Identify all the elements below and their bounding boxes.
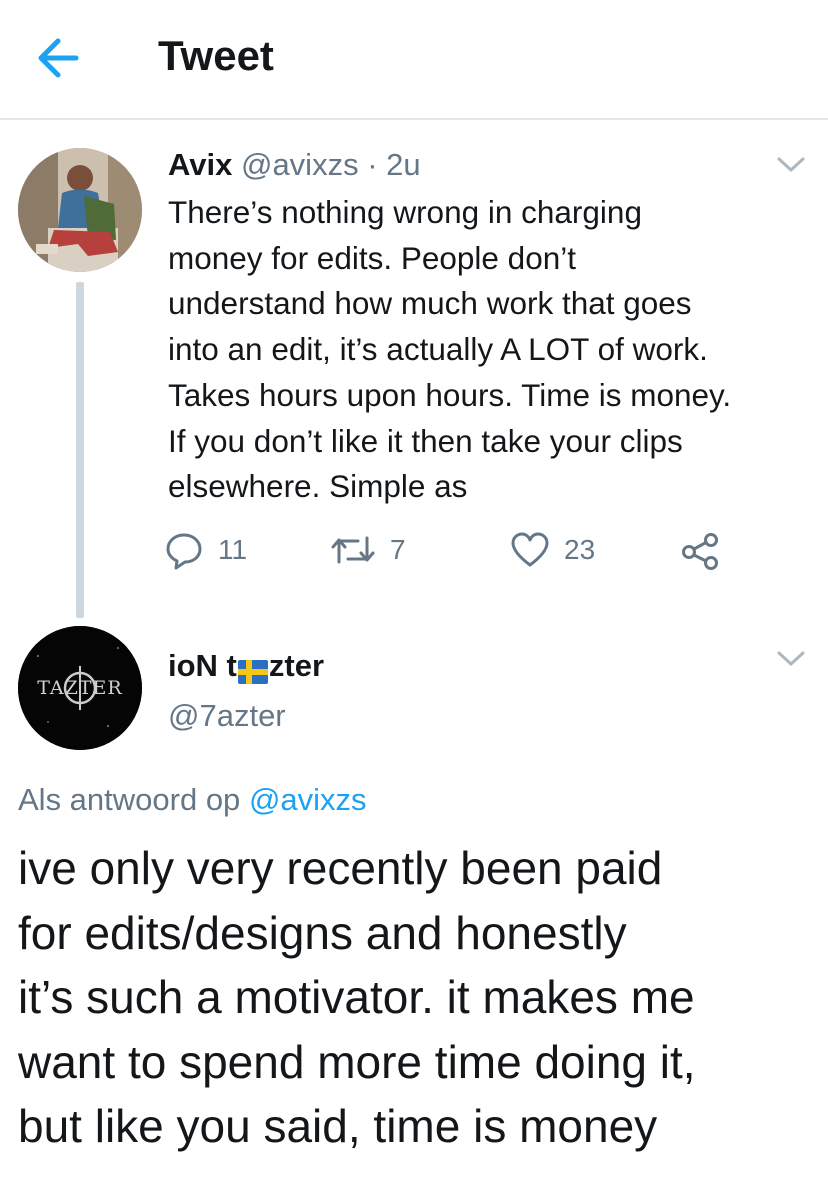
tweet-text-line: Takes hours upon hours. Time is money.	[168, 376, 732, 413]
retweet-count: 7	[390, 534, 406, 565]
chevron-down-icon	[777, 651, 805, 666]
retweet-icon	[331, 536, 375, 564]
tweet-text-line: but like you said, time is money	[18, 1100, 658, 1152]
author-name[interactable]: Avix	[168, 147, 232, 182]
like-button[interactable]: 23	[510, 528, 595, 572]
heart-icon	[511, 532, 549, 567]
author-name[interactable]: ioN t zter	[168, 646, 324, 686]
timestamp[interactable]: 2u	[386, 147, 420, 182]
back-button[interactable]	[30, 30, 86, 86]
author-name-suffix: zter	[268, 648, 325, 683]
avatar-logo-text: TAZTER	[37, 677, 122, 699]
tweet-text-line: ive only very recently been paid	[18, 842, 663, 894]
author-handle[interactable]: @7azter	[168, 696, 286, 736]
tweet-text: There’s nothing wrong in charging money …	[168, 190, 808, 510]
user-photo-icon	[18, 148, 142, 272]
retweet-button[interactable]: 7	[330, 528, 406, 572]
reply-context: Als antwoord op @avixzs	[18, 780, 367, 820]
tweet-actions: 11 7 23	[164, 528, 764, 572]
author-handle[interactable]: @avixzs	[241, 147, 359, 182]
share-button[interactable]	[680, 528, 720, 572]
avatar[interactable]: TAZTER	[18, 626, 142, 750]
reply-icon	[166, 533, 202, 570]
tazter-logo: TAZTER	[18, 626, 142, 750]
tweet-text-line: There’s nothing wrong in charging	[168, 194, 642, 230]
author-name-prefix: ioN t	[168, 648, 237, 683]
tweet-text-line: money for edits. People don’t	[168, 239, 576, 276]
top-bar: Tweet	[0, 0, 828, 120]
tweet-menu-button[interactable]	[776, 650, 806, 668]
tweet-text-line: If you don’t like it then take your clip…	[168, 422, 683, 459]
tweet-menu-button[interactable]	[776, 156, 806, 174]
page-title: Tweet	[158, 32, 274, 79]
tweet-text-line: elsewhere. Simple as	[168, 468, 468, 505]
tweet-text-line: for edits/designs and honestly	[18, 906, 627, 959]
reply-button[interactable]: 11	[164, 528, 247, 572]
tweet-text-line: understand how much work that goes	[168, 285, 692, 322]
tweet-header: Avix @avixzs · 2u	[168, 146, 421, 184]
sweden-flag-icon	[237, 654, 268, 684]
avatar[interactable]	[18, 148, 142, 272]
reply-count: 11	[218, 534, 248, 565]
arrow-left-icon	[38, 38, 79, 78]
like-count: 23	[564, 534, 596, 565]
separator: ·	[367, 147, 378, 182]
chevron-down-icon	[777, 157, 805, 172]
share-icon	[682, 533, 718, 570]
tweet-text: ive only very recently been paid for edi…	[18, 836, 818, 1159]
tweet-text-line: it’s such a motivator. it makes me	[18, 971, 695, 1023]
thread-connector	[76, 282, 84, 618]
tweet-text-line: into an edit, it’s actually A LOT of wor…	[168, 331, 708, 368]
tweet-text-line: want to spend more time doing it,	[18, 1035, 696, 1088]
reply-mention-link[interactable]: @avixzs	[249, 782, 367, 817]
reply-prefix: Als antwoord op	[18, 782, 241, 817]
